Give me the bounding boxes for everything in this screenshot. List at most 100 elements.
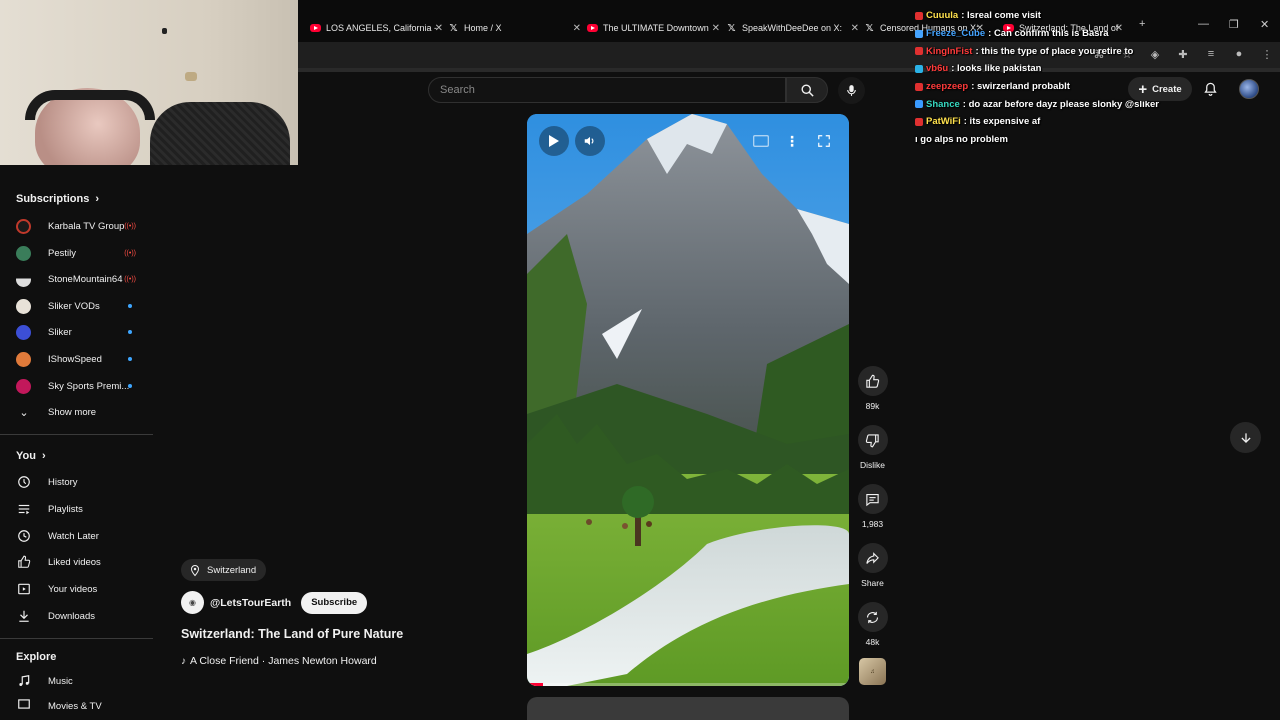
- sidebar-item-history[interactable]: History: [16, 471, 146, 493]
- browser-tab[interactable]: LOS ANGELES, California - ✕: [310, 18, 443, 38]
- chat-message: Cuuula : Isreal come visit: [915, 7, 1280, 25]
- x-icon: 𝕏: [727, 22, 736, 34]
- chat-message: PatWiFi : its expensive af: [915, 113, 1280, 131]
- dislike-label: Dislike: [859, 460, 886, 470]
- chevron-right-icon: ›: [95, 193, 100, 205]
- new-content-dot: [128, 304, 132, 308]
- you-heading[interactable]: You ›: [16, 450, 46, 462]
- sidebar-item-music[interactable]: Music: [16, 670, 146, 692]
- more-options-button[interactable]: ⋮: [782, 126, 802, 156]
- dislike-button[interactable]: [857, 425, 888, 455]
- channel-avatar: [16, 271, 31, 287]
- captions-icon: [753, 135, 769, 147]
- like-button[interactable]: [857, 366, 888, 396]
- sidebar-item-watch-later[interactable]: Watch Later: [16, 525, 146, 547]
- sidebar-item-liked-videos[interactable]: Liked videos: [16, 551, 146, 573]
- short-title[interactable]: Switzerland: The Land of Pure Nature: [181, 627, 403, 641]
- divider: [0, 638, 153, 639]
- chat-message: KingInFist : this the type of place you …: [915, 42, 1280, 60]
- share-icon: [866, 551, 879, 564]
- sidebar-item-downloads[interactable]: Downloads: [16, 605, 146, 627]
- chevron-right-icon: ›: [41, 450, 46, 462]
- chat-badge-icon: [915, 82, 923, 91]
- browser-tab[interactable]: The ULTIMATE Downtown ✕: [587, 18, 720, 38]
- chat-message: Shance : do azar before dayz please slon…: [915, 95, 1280, 113]
- comments-action: 1,983: [856, 484, 889, 529]
- divider: [0, 434, 153, 435]
- chat-message: vb6u : looks like pakistan: [915, 60, 1280, 78]
- sidebar-item-playlists[interactable]: Playlists: [16, 498, 146, 520]
- close-tab-icon[interactable]: ✕: [573, 23, 581, 34]
- chat-badge-icon: [915, 117, 923, 126]
- comment-icon: [866, 493, 879, 506]
- chat-message: ı go alps no problem: [915, 134, 1008, 146]
- close-tab-icon[interactable]: ✕: [712, 23, 720, 34]
- close-tab-icon[interactable]: ✕: [435, 23, 443, 34]
- voice-search-button[interactable]: [838, 77, 865, 104]
- music-attribution[interactable]: ♪ A Close Friend · James Newton Howard: [181, 655, 377, 667]
- sidebar-channel-karbala-tv-group[interactable]: Karbala TV Group ((•)): [16, 215, 146, 237]
- like-count: 89k: [865, 401, 880, 411]
- remix-icon: [866, 611, 879, 623]
- like-action: 89k: [856, 366, 889, 411]
- subscribe-button[interactable]: Subscribe: [301, 591, 368, 614]
- new-content-dot: [128, 357, 132, 361]
- remix-action: 48k: [856, 602, 889, 647]
- like-icon: [16, 554, 32, 570]
- comment-count: 1,983: [861, 519, 884, 529]
- browser-tab[interactable]: 𝕏 Home / X ✕: [448, 18, 581, 38]
- video-progress-bar[interactable]: [527, 683, 849, 686]
- arrow-down-icon: [1240, 432, 1251, 443]
- sidebar-item-movies-tv[interactable]: Movies & TV: [16, 696, 146, 710]
- location-chip[interactable]: Switzerland: [181, 559, 267, 581]
- sidebar-channel-ishowspeed[interactable]: IShowSpeed: [16, 348, 146, 370]
- audio-track-thumbnail[interactable]: ♫: [859, 658, 886, 685]
- captions-button[interactable]: [751, 126, 771, 156]
- video-progress-fill: [527, 683, 544, 686]
- search-button[interactable]: [786, 77, 828, 103]
- create-button[interactable]: + Create: [1128, 77, 1192, 101]
- sidebar-channel-sliker[interactable]: Sliker: [16, 321, 146, 343]
- next-short-preview[interactable]: [527, 697, 849, 720]
- channel-avatar[interactable]: ◉: [181, 591, 204, 614]
- comments-button[interactable]: [857, 484, 888, 514]
- search-input[interactable]: [440, 84, 785, 96]
- sidebar-channel-sliker-vods[interactable]: Sliker VODs: [16, 295, 146, 317]
- download-icon: [16, 608, 32, 624]
- music-note-icon: ♪: [181, 655, 186, 667]
- mountain-landscape-frame: [527, 114, 849, 686]
- webcam-overlay: [0, 0, 298, 165]
- more-vert-icon: ⋮: [785, 132, 799, 149]
- x-icon: 𝕏: [449, 22, 458, 34]
- youtube-icon: [587, 23, 598, 34]
- remix-button[interactable]: [857, 602, 888, 632]
- new-content-dot: [128, 330, 132, 334]
- chat-message: zeepzeep : swirzerland probablt: [915, 78, 1280, 96]
- channel-avatar: [16, 245, 31, 261]
- music-icon: [16, 673, 32, 689]
- short-video-player[interactable]: ⋮: [527, 114, 849, 686]
- sidebar-channel-stonemountain64[interactable]: StoneMountain64 ((•)): [16, 268, 146, 290]
- dislike-action: Dislike: [856, 425, 889, 470]
- new-content-dot: [128, 384, 132, 388]
- share-button[interactable]: [857, 543, 888, 573]
- chat-badge-icon: [915, 64, 923, 73]
- mute-button[interactable]: [575, 126, 605, 156]
- play-button[interactable]: [539, 126, 569, 156]
- channel-handle[interactable]: @LetsTourEarth: [210, 597, 291, 609]
- close-tab-icon[interactable]: ✕: [851, 23, 859, 34]
- sidebar: Subscriptions › Karbala TV Group ((•)) P…: [0, 180, 153, 720]
- fullscreen-button[interactable]: [813, 126, 835, 156]
- channel-avatar: [16, 218, 31, 234]
- playlists-icon: [16, 501, 32, 517]
- show-more-button[interactable]: ⌄ Show more: [16, 401, 146, 423]
- sidebar-channel-sky-sports[interactable]: Sky Sports Premi...: [16, 375, 146, 397]
- history-icon: [16, 474, 32, 490]
- browser-tab[interactable]: 𝕏 SpeakWithDeeDee on X: ✕: [726, 18, 859, 38]
- sidebar-item-your-videos[interactable]: Your videos: [16, 578, 146, 600]
- gaming-chair: [150, 102, 290, 165]
- sidebar-channel-pestily[interactable]: Pestily ((•)): [16, 242, 146, 264]
- chat-badge-icon: [915, 100, 923, 109]
- next-short-button[interactable]: [1230, 422, 1261, 453]
- subscriptions-heading[interactable]: Subscriptions ›: [16, 193, 99, 205]
